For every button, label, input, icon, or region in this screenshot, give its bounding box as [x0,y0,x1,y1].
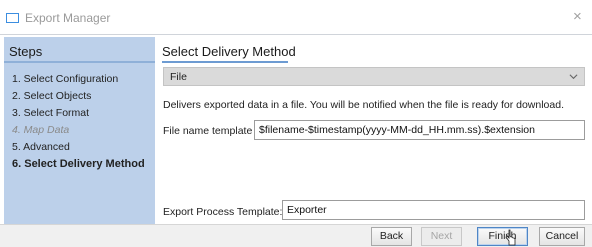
next-button[interactable]: Next [421,227,462,246]
delivery-method-value: File [170,71,187,83]
title-bar: Export Manager × [0,0,592,34]
export-process-template-label: Export Process Template: [163,206,283,218]
window-title: Export Manager [25,11,111,25]
step-map-data: 4. Map Data [12,124,70,136]
finish-button[interactable]: Finish [477,227,528,246]
steps-heading: Steps [9,44,43,59]
step-select-objects[interactable]: 2. Select Objects [12,90,91,102]
back-button[interactable]: Back [371,227,412,246]
delivery-method-select[interactable]: File [163,67,585,86]
step-select-format[interactable]: 3. Select Format [12,107,89,119]
steps-divider [4,61,155,63]
delivery-description: Delivers exported data in a file. You wi… [163,99,564,111]
step-advanced[interactable]: 5. Advanced [12,141,70,153]
page-title: Select Delivery Method [162,44,296,59]
hand-cursor-icon [505,229,516,246]
export-process-template-input[interactable] [282,200,585,220]
step-select-configuration[interactable]: 1. Select Configuration [12,73,118,85]
window-icon [6,13,19,23]
title-underline [162,61,288,63]
chevron-down-icon [569,74,578,80]
cancel-button[interactable]: Cancel [539,227,585,246]
file-name-template-label: File name template [163,125,253,137]
file-name-template-input[interactable] [254,120,585,140]
close-icon[interactable]: × [573,9,582,24]
steps-sidebar: Steps 1. Select Configuration 2. Select … [4,37,155,224]
step-select-delivery-method[interactable]: 6. Select Delivery Method [12,158,145,170]
